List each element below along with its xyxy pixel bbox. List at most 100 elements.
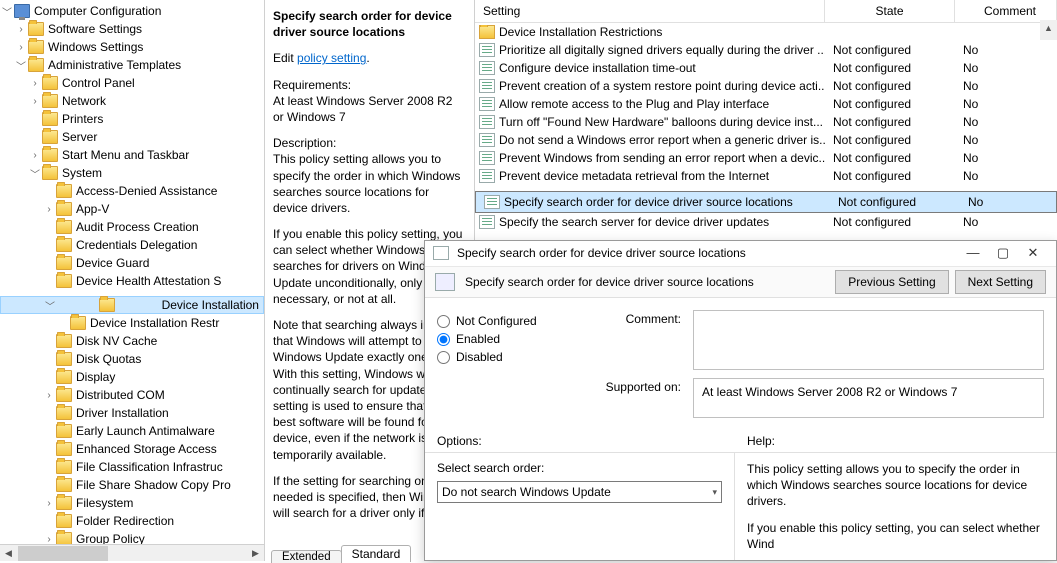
- tree-item[interactable]: Early Launch Antimalware: [0, 422, 264, 440]
- policy-title: Specify search order for device driver s…: [273, 8, 466, 40]
- radio-enabled[interactable]: Enabled: [437, 332, 587, 346]
- list-v-scrollbar[interactable]: ▲: [1040, 20, 1057, 40]
- folder-icon: [56, 442, 72, 456]
- tree-item[interactable]: Printers: [0, 110, 264, 128]
- tree-item[interactable]: ›Start Menu and Taskbar: [0, 146, 264, 164]
- tree-item[interactable]: ›Distributed COM: [0, 386, 264, 404]
- tree-item[interactable]: Driver Installation: [0, 404, 264, 422]
- close-button[interactable]: ✕: [1018, 242, 1048, 264]
- folder-icon: [56, 514, 72, 528]
- options-label: Options:: [425, 434, 735, 452]
- list-row[interactable]: Allow remote access to the Plug and Play…: [475, 95, 1057, 113]
- minimize-button[interactable]: —: [958, 242, 988, 264]
- edit-policy-link[interactable]: policy setting: [297, 51, 366, 65]
- tree-item[interactable]: ﹀System: [0, 164, 264, 182]
- list-row[interactable]: Device Installation Restrictions: [475, 23, 1057, 41]
- policy-icon: [479, 133, 495, 147]
- tree-item[interactable]: Display: [0, 368, 264, 386]
- scroll-left-icon[interactable]: ◀: [0, 545, 17, 562]
- dialog-titlebar[interactable]: Specify search order for device driver s…: [425, 241, 1056, 267]
- policy-icon: [479, 215, 495, 229]
- col-state[interactable]: State: [825, 0, 955, 22]
- tree-item[interactable]: Folder Redirection: [0, 512, 264, 530]
- tree-item[interactable]: ›Control Panel: [0, 74, 264, 92]
- policy-icon: [479, 151, 495, 165]
- tree-item[interactable]: Disk Quotas: [0, 350, 264, 368]
- folder-icon: [70, 316, 86, 330]
- folder-icon: [42, 166, 58, 180]
- tree-item[interactable]: Disk NV Cache: [0, 332, 264, 350]
- tree-item[interactable]: Enhanced Storage Access: [0, 440, 264, 458]
- folder-icon: [56, 274, 72, 288]
- tree-item[interactable]: File Share Shadow Copy Pro: [0, 476, 264, 494]
- folder-icon: [42, 76, 58, 90]
- tree-item[interactable]: Device Guard: [0, 254, 264, 272]
- tree-item[interactable]: Access-Denied Assistance: [0, 182, 264, 200]
- folder-icon: [42, 94, 58, 108]
- policy-icon: [479, 79, 495, 93]
- radio-disabled[interactable]: Disabled: [437, 350, 587, 364]
- policy-icon: [479, 115, 495, 129]
- help-text: This policy setting allows you to specif…: [735, 453, 1056, 560]
- policy-icon: [479, 169, 495, 183]
- list-row[interactable]: Prevent device metadata retrieval from t…: [475, 167, 1057, 185]
- tree-item[interactable]: ›App-V: [0, 200, 264, 218]
- folder-icon: [28, 40, 44, 54]
- col-comment[interactable]: Comment: [955, 0, 1057, 22]
- folder-icon: [479, 25, 495, 39]
- maximize-button[interactable]: ▢: [988, 242, 1018, 264]
- list-row[interactable]: Specify search order for device driver s…: [475, 191, 1057, 213]
- computer-icon: [14, 4, 30, 18]
- list-row[interactable]: Prioritize all digitally signed drivers …: [475, 41, 1057, 59]
- list-row[interactable]: Specify the search server for device dri…: [475, 213, 1057, 231]
- list-row[interactable]: Turn off "Found New Hardware" balloons d…: [475, 113, 1057, 131]
- tree-item[interactable]: ›Software Settings: [0, 20, 264, 38]
- scroll-thumb[interactable]: [18, 546, 108, 561]
- tree-item[interactable]: ›Filesystem: [0, 494, 264, 512]
- tree-item[interactable]: ›Network: [0, 92, 264, 110]
- select-order-label: Select search order:: [437, 461, 722, 475]
- tree-item[interactable]: ›Windows Settings: [0, 38, 264, 56]
- folder-icon: [56, 220, 72, 234]
- folder-icon: [56, 460, 72, 474]
- folder-icon: [56, 352, 72, 366]
- tree-root[interactable]: ﹀Computer Configuration: [0, 2, 264, 20]
- tree-item[interactable]: Audit Process Creation: [0, 218, 264, 236]
- list-row[interactable]: Do not send a Windows error report when …: [475, 131, 1057, 149]
- tree-item[interactable]: Device Installation Restr: [0, 314, 264, 332]
- policy-icon: [479, 97, 495, 111]
- tab-extended[interactable]: Extended: [271, 550, 342, 563]
- list-row[interactable]: Prevent creation of a system restore poi…: [475, 77, 1057, 95]
- nav-tree[interactable]: ﹀Computer Configuration ›Software Settin…: [0, 0, 265, 561]
- tree-item-selected[interactable]: ﹀Device Installation: [0, 296, 264, 314]
- folder-icon: [56, 478, 72, 492]
- previous-setting-button[interactable]: Previous Setting: [835, 270, 948, 294]
- comment-textarea[interactable]: [693, 310, 1044, 370]
- tree-item[interactable]: ﹀Administrative Templates: [0, 56, 264, 74]
- folder-icon: [56, 388, 72, 402]
- scroll-right-icon[interactable]: ▶: [247, 545, 264, 562]
- folder-icon: [56, 256, 72, 270]
- scroll-up-icon[interactable]: ▲: [1040, 20, 1057, 37]
- list-header: Setting State Comment: [475, 0, 1057, 23]
- dialog-subtitle: Specify search order for device driver s…: [465, 275, 829, 289]
- tree-item[interactable]: File Classification Infrastruc: [0, 458, 264, 476]
- tree-item[interactable]: Credentials Delegation: [0, 236, 264, 254]
- policy-icon: [484, 195, 500, 209]
- policy-icon: [435, 273, 455, 291]
- search-order-select[interactable]: Do not search Windows Update▾: [437, 481, 722, 503]
- tab-standard[interactable]: Standard: [341, 545, 412, 562]
- folder-icon: [42, 112, 58, 126]
- list-row[interactable]: Prevent Windows from sending an error re…: [475, 149, 1057, 167]
- folder-icon: [42, 130, 58, 144]
- tree-h-scrollbar[interactable]: ◀ ▶: [0, 544, 264, 561]
- col-setting[interactable]: Setting: [475, 0, 825, 22]
- folder-icon: [56, 184, 72, 198]
- folder-icon: [28, 58, 44, 72]
- radio-not-configured[interactable]: Not Configured: [437, 314, 587, 328]
- tree-item[interactable]: Device Health Attestation S: [0, 272, 264, 290]
- policy-dialog: Specify search order for device driver s…: [424, 240, 1057, 561]
- tree-item[interactable]: Server: [0, 128, 264, 146]
- list-row[interactable]: Configure device installation time-outNo…: [475, 59, 1057, 77]
- next-setting-button[interactable]: Next Setting: [955, 270, 1046, 294]
